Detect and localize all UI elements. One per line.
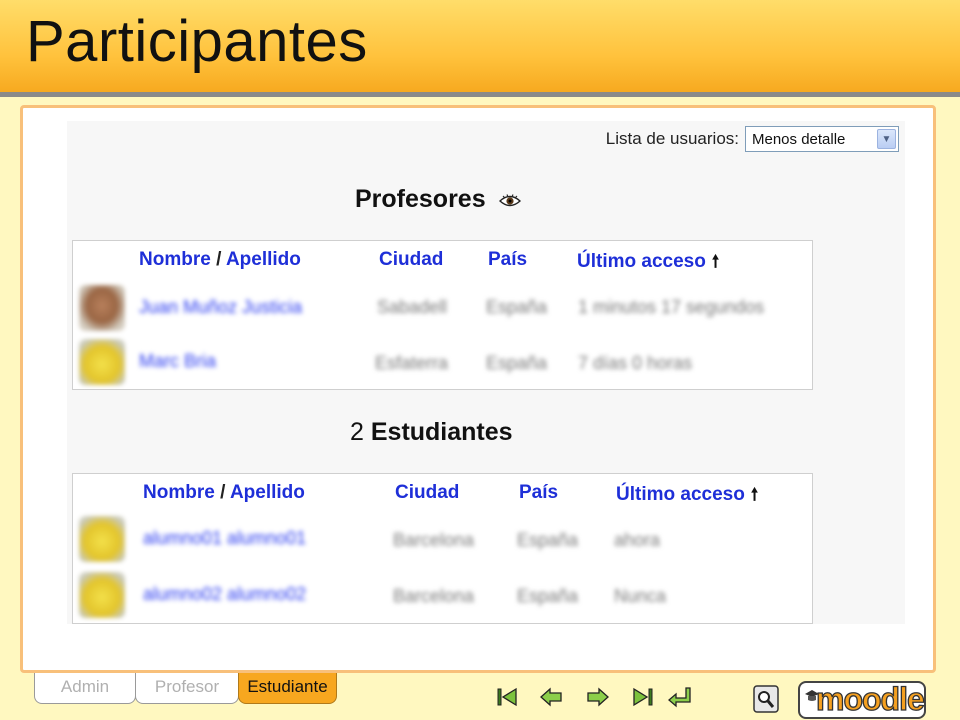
previous-slide-icon[interactable]	[538, 684, 564, 710]
user-last-access: 7 días 0 horas	[578, 353, 693, 373]
user-country: España	[486, 297, 548, 317]
user-last-access: 1 minutos 17 segundos	[578, 297, 765, 317]
user-name-link[interactable]: Marc Bria	[139, 351, 216, 372]
tab-estudiante[interactable]: Estudiante	[238, 673, 337, 704]
user-name-link[interactable]: Juan Muñoz Justicia	[139, 297, 302, 318]
user-city: Barcelona	[393, 586, 475, 606]
sort-by-city-link[interactable]: Ciudad	[395, 482, 459, 504]
sort-by-surname-link[interactable]: Apellido	[230, 482, 305, 503]
sort-by-name-link[interactable]: Nombre	[139, 249, 211, 270]
moodle-logo-text: moodle	[815, 680, 925, 717]
column-name-header: Nombre / Apellido	[143, 482, 305, 504]
sort-by-surname-link[interactable]: Apellido	[226, 249, 301, 270]
sort-by-last-access-link[interactable]: Último acceso	[616, 484, 745, 505]
avatar[interactable]	[79, 285, 125, 331]
avatar[interactable]	[79, 339, 125, 385]
first-slide-icon[interactable]	[494, 684, 520, 710]
participants-page: Lista de usuarios: Menos detalle ▼ Profe…	[67, 121, 905, 624]
content-frame: Lista de usuarios: Menos detalle ▼ Profe…	[20, 105, 936, 673]
user-city: Sabadell	[377, 297, 448, 317]
user-last-access: ahora	[614, 530, 661, 550]
avatar[interactable]	[79, 572, 125, 618]
user-country: España	[517, 530, 579, 550]
tab-profesor[interactable]: Profesor	[135, 673, 239, 704]
moodle-logo[interactable]: moodle	[798, 680, 926, 719]
chevron-down-icon[interactable]: ▼	[877, 129, 896, 149]
magnifier-icon[interactable]	[752, 684, 780, 714]
slide-title: Participantes	[26, 9, 368, 74]
column-last-access-header: Último acceso 🠕	[616, 482, 758, 511]
sort-by-name-link[interactable]: Nombre	[143, 482, 215, 503]
sort-by-country-link[interactable]: País	[488, 249, 527, 271]
user-name-link[interactable]: alumno01 alumno01	[143, 528, 306, 549]
students-heading: 2 Estudiantes	[350, 418, 513, 447]
arrow-up-icon: 🠕	[711, 252, 720, 271]
user-country: España	[517, 586, 579, 606]
arrow-up-icon: 🠕	[750, 485, 759, 504]
students-count: 2	[350, 418, 364, 446]
eye-icon[interactable]	[498, 186, 521, 215]
teachers-heading-text: Profesores	[355, 185, 486, 213]
column-separator: /	[220, 482, 226, 503]
students-heading-text: Estudiantes	[370, 418, 513, 446]
sort-by-last-access-link[interactable]: Último acceso	[577, 251, 706, 272]
column-separator: /	[216, 249, 222, 270]
user-last-access: Nunca	[614, 586, 667, 606]
next-slide-icon[interactable]	[585, 684, 611, 710]
user-country: España	[486, 353, 548, 373]
avatar[interactable]	[79, 516, 125, 562]
sort-by-country-link[interactable]: País	[519, 482, 558, 504]
sort-by-city-link[interactable]: Ciudad	[379, 249, 443, 271]
user-city: Esfaterra	[375, 353, 449, 373]
teachers-table: Nombre / Apellido Ciudad País Último acc…	[72, 240, 813, 390]
last-slide-icon[interactable]	[630, 684, 656, 710]
user-list-select[interactable]: Menos detalle ▼	[745, 126, 899, 152]
tab-admin[interactable]: Admin	[34, 673, 136, 704]
teachers-heading: Profesores	[355, 185, 521, 215]
column-last-access-header: Último acceso 🠕	[577, 249, 719, 278]
column-name-header: Nombre / Apellido	[139, 249, 301, 271]
user-list-label: Lista de usuarios:	[605, 129, 739, 148]
slide-header: Participantes	[0, 0, 960, 94]
user-city: Barcelona	[393, 530, 475, 550]
user-name-link[interactable]: alumno02 alumno02	[143, 584, 306, 605]
return-icon[interactable]	[666, 684, 692, 710]
students-table: Nombre / Apellido Ciudad País Último acc…	[72, 473, 813, 624]
header-rule	[0, 92, 960, 97]
user-list-select-value: Menos detalle	[752, 131, 846, 148]
